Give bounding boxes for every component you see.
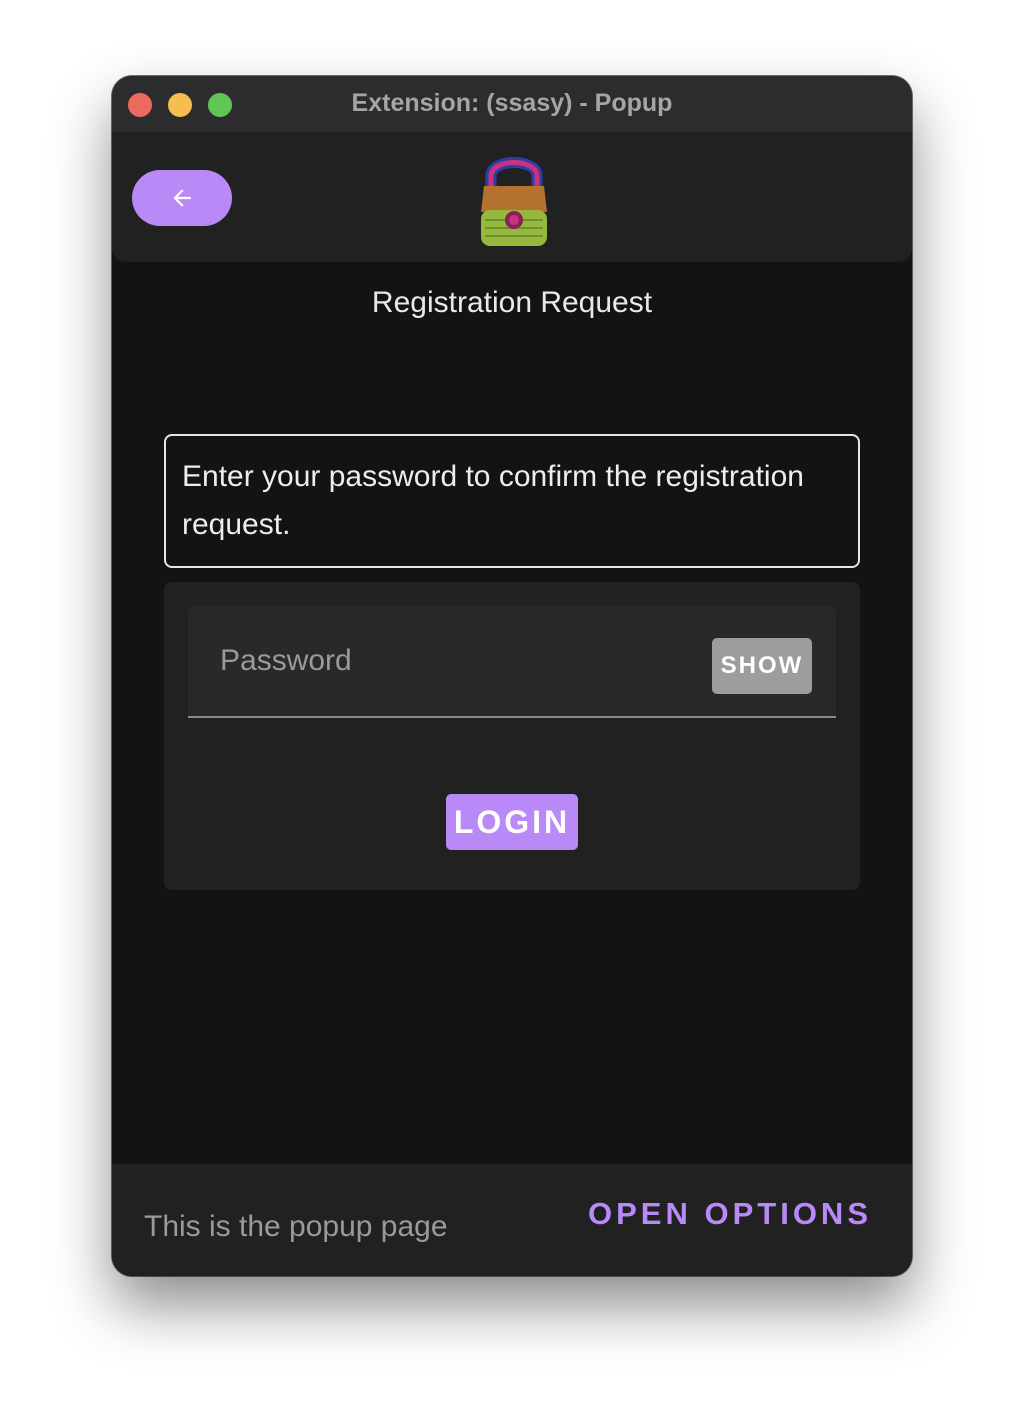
app-header xyxy=(112,132,912,262)
footer: This is the popup page OPEN OPTIONS xyxy=(112,1164,912,1276)
password-field: SHOW xyxy=(188,606,836,718)
arrow-left-icon xyxy=(173,189,191,207)
page-title: Registration Request xyxy=(371,286,653,319)
password-input[interactable] xyxy=(188,606,688,716)
info-message: Enter your password to confirm the regis… xyxy=(164,434,860,568)
footer-text: This is the popup page xyxy=(144,1210,448,1243)
back-button[interactable] xyxy=(132,170,232,226)
login-button[interactable]: LOGIN xyxy=(446,794,578,850)
window-title: Extension: (ssasy) - Popup xyxy=(351,89,673,117)
login-form: SHOW LOGIN xyxy=(164,582,860,890)
open-options-button[interactable]: OPEN OPTIONS xyxy=(588,1196,872,1232)
popup-window: Extension: (ssasy) - Popup Registration … xyxy=(112,76,912,1276)
title-bar: Extension: (ssasy) - Popup xyxy=(112,76,912,133)
padlock-logo xyxy=(481,157,547,246)
show-password-button[interactable]: SHOW xyxy=(712,638,812,694)
